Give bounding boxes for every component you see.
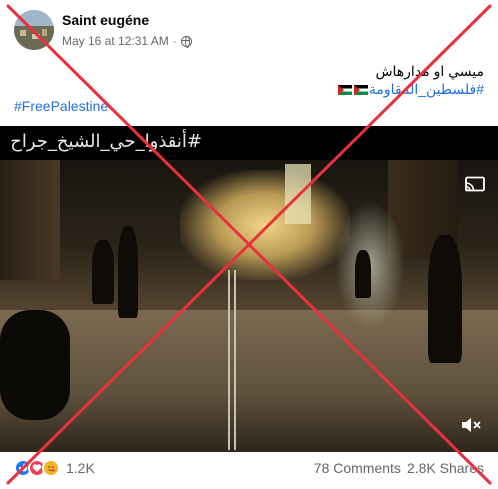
- video-frame: [0, 160, 498, 452]
- care-icon: [42, 459, 60, 477]
- engagement-counts: 78 Comments 2.8K Shares: [314, 460, 484, 476]
- post-stats: 1.2K 78 Comments 2.8K Shares: [14, 456, 484, 480]
- shares-count[interactable]: 2.8K Shares: [407, 460, 484, 476]
- post-text: ميسي او مدارهاش #فلسطين_المقاومة: [14, 62, 484, 98]
- separator-dot: ·: [172, 34, 177, 48]
- reaction-icons[interactable]: [14, 459, 60, 477]
- avatar[interactable]: [14, 10, 54, 50]
- post-text-line2: #فلسطين_المقاومة: [14, 80, 484, 98]
- palestine-flag-icon: [337, 85, 352, 96]
- globe-icon[interactable]: [180, 35, 192, 48]
- mute-icon[interactable]: [460, 416, 482, 434]
- cast-icon[interactable]: [464, 176, 486, 193]
- palestine-flag-icon: [353, 85, 368, 96]
- video-overlay-caption: #أنقذوا_حي_الشيخ_جراح: [10, 131, 202, 152]
- video-player[interactable]: #أنقذوا_حي_الشيخ_جراح: [0, 126, 498, 452]
- facebook-post: Saint eugéne May 16 at 12:31 AM · ميسي ا…: [0, 0, 498, 489]
- timestamp[interactable]: May 16 at 12:31 AM: [62, 33, 169, 49]
- post-header: Saint eugéne May 16 at 12:31 AM ·: [14, 8, 192, 52]
- post-text-line1: ميسي او مدارهاش: [375, 63, 484, 79]
- post-meta: Saint eugéne May 16 at 12:31 AM ·: [62, 11, 192, 49]
- author-name[interactable]: Saint eugéne: [62, 11, 192, 29]
- timestamp-row: May 16 at 12:31 AM ·: [62, 33, 192, 49]
- reaction-count[interactable]: 1.2K: [66, 460, 95, 476]
- comments-count[interactable]: 78 Comments: [314, 460, 401, 476]
- hashtag-palestine-resistance[interactable]: #فلسطين_المقاومة: [369, 81, 484, 97]
- hashtag-freepalestine[interactable]: #FreePalestine: [14, 97, 108, 115]
